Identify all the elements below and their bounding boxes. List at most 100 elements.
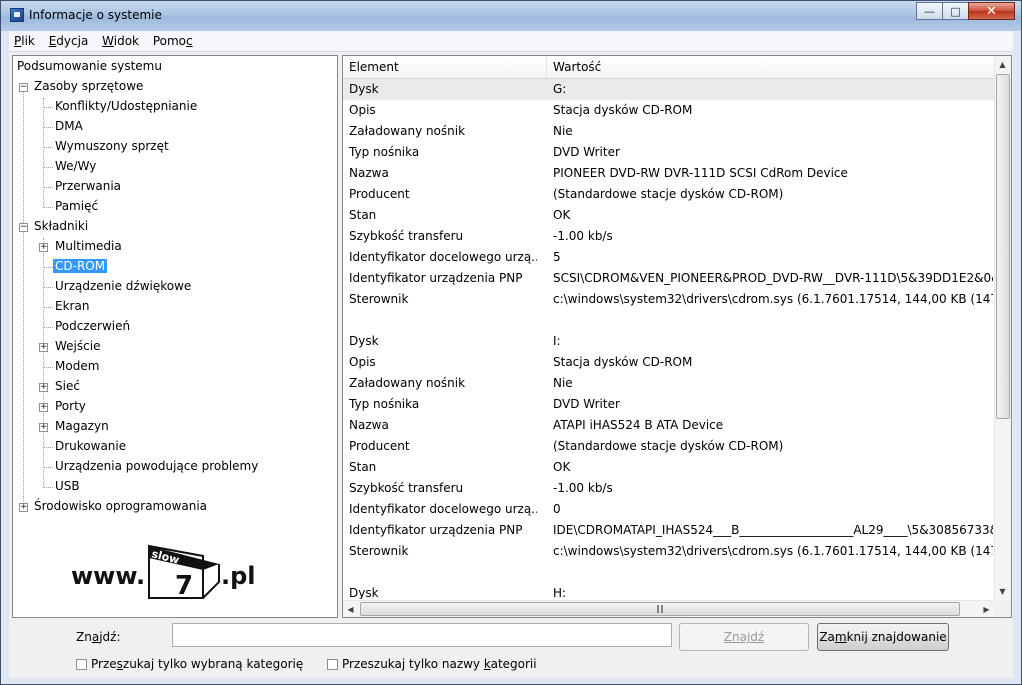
menu-edycja[interactable]: Edycja (44, 31, 94, 48)
expand-icon[interactable]: + (39, 243, 48, 252)
cell-element: Stan (349, 460, 377, 474)
tree-item-conflicts[interactable]: Konflikty/Udostępnianie (55, 99, 197, 117)
tree-item-infrared[interactable]: Podczerwień (55, 319, 130, 337)
table-row[interactable]: Nazwa ATAPI iHAS524 B ATA Device (343, 415, 994, 436)
cell-value: (Standardowe stacje dysków CD-ROM) (553, 187, 784, 201)
table-row[interactable]: Stan OK (343, 205, 994, 226)
expand-icon[interactable]: + (39, 403, 48, 412)
tree-item-modem[interactable]: Modem (55, 359, 99, 377)
horizontal-scrollbar[interactable]: ◀ ‖‖ ▶ (343, 600, 994, 617)
tree-item-irq[interactable]: Przerwania (55, 179, 121, 197)
cell-value: c:\windows\system32\drivers\cdrom.sys (6… (553, 292, 993, 306)
table-row[interactable]: Identyfikator docelowego urzą... 0 (343, 499, 994, 520)
tree-item-storage[interactable]: Magazyn (55, 419, 109, 437)
tree-item-printing[interactable]: Drukowanie (55, 439, 126, 457)
table-row[interactable]: Stan OK (343, 457, 994, 478)
tree-item-forced-hardware[interactable]: Wymuszony sprzęt (55, 139, 169, 157)
tree-item-io[interactable]: We/Wy (55, 159, 96, 177)
expand-icon[interactable]: + (39, 343, 48, 352)
table-row[interactable]: Producent (Standardowe stacje dysków CD-R… (343, 436, 994, 457)
details-list[interactable]: Element Wartość Dysk G: Opis Stacja dysków … (342, 55, 1012, 618)
table-row[interactable] (343, 562, 994, 583)
find-input[interactable] (172, 623, 672, 647)
table-row[interactable]: Szybkość transferu -1.00 kb/s (343, 226, 994, 247)
expand-icon[interactable]: + (39, 383, 48, 392)
cell-value: c:\windows\system32\drivers\cdrom.sys (6… (553, 544, 993, 558)
expand-icon[interactable]: + (39, 423, 48, 432)
search-category-names-checkbox[interactable]: Przeszukaj tylko nazwy kategorii (327, 657, 537, 671)
category-tree[interactable]: Podsumowanie systemu − Zasoby sprzętowe … (12, 55, 338, 618)
table-row[interactable]: Dysk G: (343, 79, 994, 100)
scroll-thumb-horizontal[interactable]: ‖‖ (360, 602, 960, 616)
menu-bar: Plik Edycja Widok Pomoc (9, 31, 1013, 52)
scroll-left-icon[interactable]: ◀ (343, 601, 358, 617)
table-row[interactable]: Typ nośnika DVD Writer (343, 142, 994, 163)
collapse-icon[interactable]: − (19, 83, 28, 92)
scroll-thumb-vertical[interactable] (996, 74, 1010, 419)
tree-item-usb[interactable]: USB (55, 479, 80, 497)
tree-item-sound-device[interactable]: Urządzenie dźwiękowe (55, 279, 191, 297)
menu-widok[interactable]: Widok (97, 31, 144, 48)
tree-item-multimedia[interactable]: Multimedia (55, 239, 122, 257)
cell-value: PIONEER DVD-RW DVR-111D SCSI CdRom Devic… (553, 166, 848, 180)
table-row[interactable]: Załadowany nośnik Nie (343, 121, 994, 142)
tree-item-software-env[interactable]: Środowisko oprogramowania (34, 499, 207, 517)
title-bar[interactable]: Informacje o systemie — □ ✕ (1, 1, 1021, 31)
search-selected-category-checkbox[interactable]: Przeszukaj tylko wybraną kategorię (76, 657, 303, 671)
menu-plik[interactable]: Plik (9, 31, 40, 48)
tree-item-memory[interactable]: Pamięć (55, 199, 98, 217)
table-row[interactable]: Typ nośnika DVD Writer (343, 394, 994, 415)
tree-item-network[interactable]: Sieć (55, 379, 80, 397)
tree-item-ports[interactable]: Porty (55, 399, 86, 417)
tree-item-input[interactable]: Wejście (55, 339, 100, 357)
cell-element: Stan (349, 208, 377, 222)
cell-value: SCSI\CDROM&VEN_PIONEER&PROD_DVD-RW__DVR-… (553, 271, 993, 285)
tree-item-dma[interactable]: DMA (55, 119, 83, 137)
vertical-scrollbar[interactable]: ▲ ▼ (994, 56, 1011, 600)
cell-value: IDE\CDROMATAPI_IHAS524___B______________… (553, 523, 993, 537)
table-row[interactable]: Dysk I: (343, 331, 994, 352)
menu-pomoc[interactable]: Pomoc (148, 31, 198, 48)
table-row[interactable]: Nazwa PIONEER DVD-RW DVR-111D SCSI CdRom … (343, 163, 994, 184)
close-find-button[interactable]: Za m knij znajdowanie (817, 623, 949, 651)
close-button[interactable]: ✕ (968, 2, 1015, 20)
table-row[interactable]: Identyfikator urządzenia PNP SCSI\CDROM&V… (343, 268, 994, 289)
checkbox-label: Przeszukaj tylko wybraną kategorię (91, 657, 304, 671)
cell-element: Typ nośnika (349, 145, 420, 159)
cell-element: Producent (349, 187, 410, 201)
table-row[interactable]: Producent (Standardowe stacje dysków CD-R… (343, 184, 994, 205)
cell-element: Dysk (349, 334, 379, 348)
tree-item-components[interactable]: Składniki (34, 219, 88, 237)
expand-icon[interactable]: + (19, 503, 28, 512)
table-row[interactable]: Opis Stacja dysków CD-ROM (343, 100, 994, 121)
column-header-element[interactable]: Element (343, 56, 546, 78)
table-row[interactable]: Załadowany nośnik Nie (343, 373, 994, 394)
table-row[interactable]: Szybkość transferu -1.00 kb/s (343, 478, 994, 499)
maximize-button[interactable]: □ (942, 2, 969, 20)
table-row[interactable]: Opis Stacja dysków CD-ROM (343, 352, 994, 373)
tree-item-summary[interactable]: Podsumowanie systemu (17, 59, 162, 77)
tree-item-cdrom[interactable]: CD-ROM (53, 259, 108, 277)
table-row[interactable]: Identyfikator urządzenia PNP IDE\CDROMATA… (343, 520, 994, 541)
collapse-icon[interactable]: − (19, 223, 28, 232)
table-row[interactable]: Identyfikator docelowego urzą... 5 (343, 247, 994, 268)
cell-value: Nie (553, 376, 573, 390)
cell-value: OK (553, 460, 571, 474)
minimize-button[interactable]: — (916, 2, 943, 20)
scroll-right-icon[interactable]: ▶ (979, 601, 994, 617)
table-row[interactable]: Dysk H: (343, 583, 994, 599)
table-row[interactable] (343, 310, 994, 331)
column-header-value[interactable]: Wartość (547, 56, 993, 78)
scroll-down-icon[interactable]: ▼ (995, 583, 1010, 600)
tree-item-display[interactable]: Ekran (55, 299, 89, 317)
checkbox-icon[interactable] (76, 658, 87, 670)
find-button[interactable]: Znajdź (679, 623, 809, 651)
cell-element: Typ nośnika (349, 397, 420, 411)
tree-item-hardware[interactable]: Zasoby sprzętowe (34, 79, 143, 97)
checkbox-icon[interactable] (327, 658, 338, 670)
table-row[interactable]: Sterownik c:\windows\system32\drivers\cdr… (343, 541, 994, 562)
cell-element: Szybkość transferu (349, 229, 464, 243)
tree-item-problem-devices[interactable]: Urządzenia powodujące problemy (55, 459, 258, 477)
table-row[interactable]: Sterownik c:\windows\system32\drivers\cdr… (343, 289, 994, 310)
scroll-up-icon[interactable]: ▲ (995, 56, 1010, 73)
